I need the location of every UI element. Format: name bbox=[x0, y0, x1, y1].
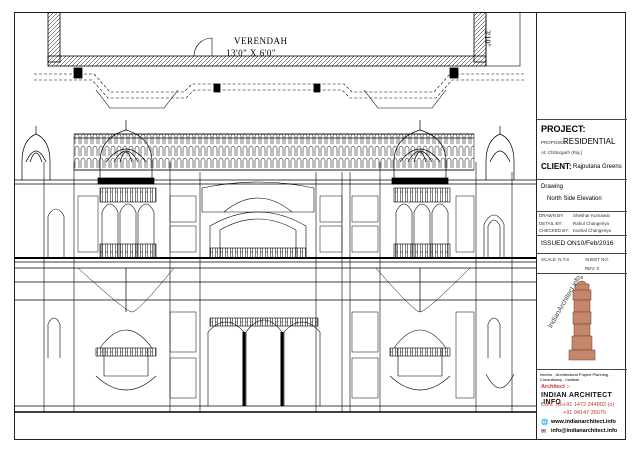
drawing-section: Drawing North Side Elevation bbox=[537, 180, 627, 212]
client-label: CLIENT: bbox=[541, 162, 572, 171]
upper-center-jharokha bbox=[201, 181, 315, 259]
mail-icon: ✉ bbox=[541, 429, 547, 435]
project-name: RESIDENTIAL bbox=[563, 137, 616, 146]
floor-plan bbox=[34, 12, 524, 109]
credits-section: DRAWN BY: Shekhar Kumawat DETAIL BY: Rah… bbox=[537, 212, 627, 236]
title-block: PROJECT: PROPOSED RESIDENTIAL At: Chitto… bbox=[536, 12, 627, 440]
checked-by-label: CHECKED BY: bbox=[539, 228, 570, 233]
drawn-by-label: DRAWN BY: bbox=[539, 213, 565, 218]
drawing-sheet: VERENDAH 13'0" X 6'0" 3'10" PROJECT: PRO… bbox=[0, 0, 640, 452]
lower-center-arcade bbox=[207, 317, 321, 406]
elevation-drawing bbox=[14, 12, 536, 413]
architect-label: Architect :- bbox=[541, 384, 571, 390]
issued-date: 10/Feb/2016 bbox=[577, 240, 614, 247]
project-section: PROJECT: PROPOSED RESIDENTIAL At: Chitto… bbox=[537, 120, 627, 180]
client-name: Rajputana Greens bbox=[573, 164, 622, 170]
detail-by-label: DETAIL BY: bbox=[539, 221, 563, 226]
email-link[interactable]: info@indianarchitect.info bbox=[551, 428, 617, 434]
services-text: Interior , Architectural Project Plannin… bbox=[540, 372, 611, 382]
phone-2: +91 94147 35075 bbox=[563, 410, 606, 416]
issued-section: ISSUED ON: 10/Feb/2016 bbox=[537, 236, 627, 254]
left-dome-small bbox=[21, 126, 51, 180]
issued-label: ISSUED ON: bbox=[541, 240, 579, 247]
rev-label: REV: 0 bbox=[585, 266, 600, 271]
detail-by-value: Rahul Changeriya bbox=[573, 221, 610, 226]
upper-right-jharokha bbox=[393, 187, 505, 259]
project-heading: PROJECT: bbox=[541, 124, 586, 134]
website-link[interactable]: www.indianarchitect.info bbox=[551, 419, 616, 425]
title-block-blank bbox=[537, 12, 627, 120]
drawing-name: North Side Elevation bbox=[547, 196, 602, 202]
logo-section: IndianArchitect.info bbox=[537, 274, 627, 370]
contact-label: Cont. No. bbox=[541, 402, 565, 408]
upper-left-jharokha bbox=[47, 187, 157, 259]
globe-icon: 🌐 bbox=[541, 420, 549, 426]
scale-section: SCALE: N.T.S SHEET NO. REV: 0 bbox=[537, 254, 627, 274]
project-location: At: Chittorgarh (Raj.) bbox=[541, 150, 583, 155]
plan-room-size: 13'0" X 6'0" bbox=[226, 48, 277, 58]
contact-section: Interior , Architectural Project Plannin… bbox=[537, 370, 627, 440]
phone-1: +91 1472 244802 (o) bbox=[563, 402, 615, 408]
scale-label: SCALE: N.T.S bbox=[541, 257, 570, 262]
elevation bbox=[14, 120, 536, 413]
right-dome-small bbox=[485, 126, 515, 180]
drawing-label: Drawing bbox=[541, 184, 564, 190]
elevation-drawing-area: VERENDAH 13'0" X 6'0" 3'10" bbox=[14, 12, 536, 440]
plan-room-label: VERENDAH bbox=[234, 36, 288, 46]
lower-right-jharokha bbox=[389, 317, 515, 391]
checked-by-value: Kushal Changeriya bbox=[573, 228, 612, 233]
sheet-label: SHEET NO. bbox=[585, 257, 610, 262]
lower-left-jharokha bbox=[47, 317, 157, 391]
drawn-by-value: Shekhar Kumawat bbox=[573, 213, 610, 218]
plan-dimension: 3'10" bbox=[483, 30, 492, 47]
